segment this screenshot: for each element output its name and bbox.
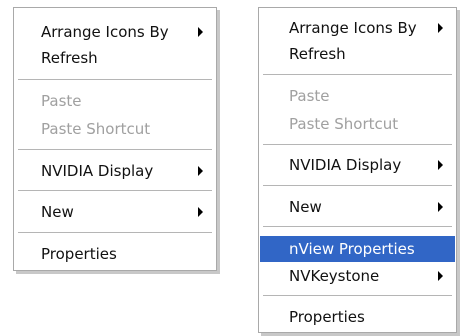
menu-item-nvkeystone[interactable]: NVKeystone [260, 263, 455, 289]
menu-item-label: Paste Shortcut [41, 120, 151, 138]
menu-item-refresh[interactable]: Refresh [260, 41, 455, 67]
context-menu-right: Arrange Icons By Refresh Paste Paste Sho… [258, 7, 457, 333]
menu-item-paste-shortcut: Paste Shortcut [15, 116, 215, 142]
submenu-arrow-icon [198, 166, 203, 176]
menu-item-nvidia-display[interactable]: NVIDIA Display [15, 158, 215, 184]
menu-item-paste: Paste [260, 83, 455, 109]
menu-item-label: NVKeystone [289, 267, 380, 285]
menu-separator [18, 190, 212, 192]
menu-item-label: NVIDIA Display [41, 162, 154, 180]
menu-item-arrange-icons-by[interactable]: Arrange Icons By [15, 19, 215, 45]
submenu-arrow-icon [438, 202, 443, 212]
menu-item-properties[interactable]: Properties [260, 304, 455, 330]
menu-item-label: Arrange Icons By [41, 23, 169, 41]
submenu-arrow-icon [438, 23, 443, 33]
menu-separator [18, 79, 212, 81]
menu-item-label: Refresh [41, 49, 98, 67]
menu-item-nview-properties[interactable]: nView Properties [260, 236, 455, 262]
menu-item-label: New [289, 198, 322, 216]
submenu-arrow-icon [198, 27, 203, 37]
menu-item-paste: Paste [15, 88, 215, 114]
menu-item-label: New [41, 203, 74, 221]
menu-item-new[interactable]: New [260, 194, 455, 220]
menu-separator [263, 185, 452, 187]
submenu-arrow-icon [438, 160, 443, 170]
menu-separator [263, 144, 452, 146]
submenu-arrow-icon [198, 207, 203, 217]
menu-item-paste-shortcut: Paste Shortcut [260, 111, 455, 137]
menu-item-label: Paste [289, 87, 330, 105]
context-menu-left: Arrange Icons By Refresh Paste Paste Sho… [13, 7, 217, 271]
menu-item-nvidia-display[interactable]: NVIDIA Display [260, 152, 455, 178]
menu-separator [18, 149, 212, 151]
menu-item-label: Properties [289, 308, 365, 326]
menu-separator [263, 295, 452, 297]
submenu-arrow-icon [438, 271, 443, 281]
menu-item-properties[interactable]: Properties [15, 241, 215, 267]
menu-item-refresh[interactable]: Refresh [15, 45, 215, 71]
menu-item-label: Paste Shortcut [289, 115, 399, 133]
menu-item-label: Properties [41, 245, 117, 263]
menu-separator [263, 226, 452, 228]
menu-item-new[interactable]: New [15, 199, 215, 225]
menu-separator [18, 232, 212, 234]
menu-item-label: NVIDIA Display [289, 156, 402, 174]
menu-item-label: nView Properties [289, 240, 415, 258]
menu-item-arrange-icons-by[interactable]: Arrange Icons By [260, 15, 455, 41]
menu-item-label: Refresh [289, 45, 346, 63]
menu-separator [263, 74, 452, 76]
menu-item-label: Paste [41, 92, 82, 110]
menu-item-label: Arrange Icons By [289, 19, 417, 37]
